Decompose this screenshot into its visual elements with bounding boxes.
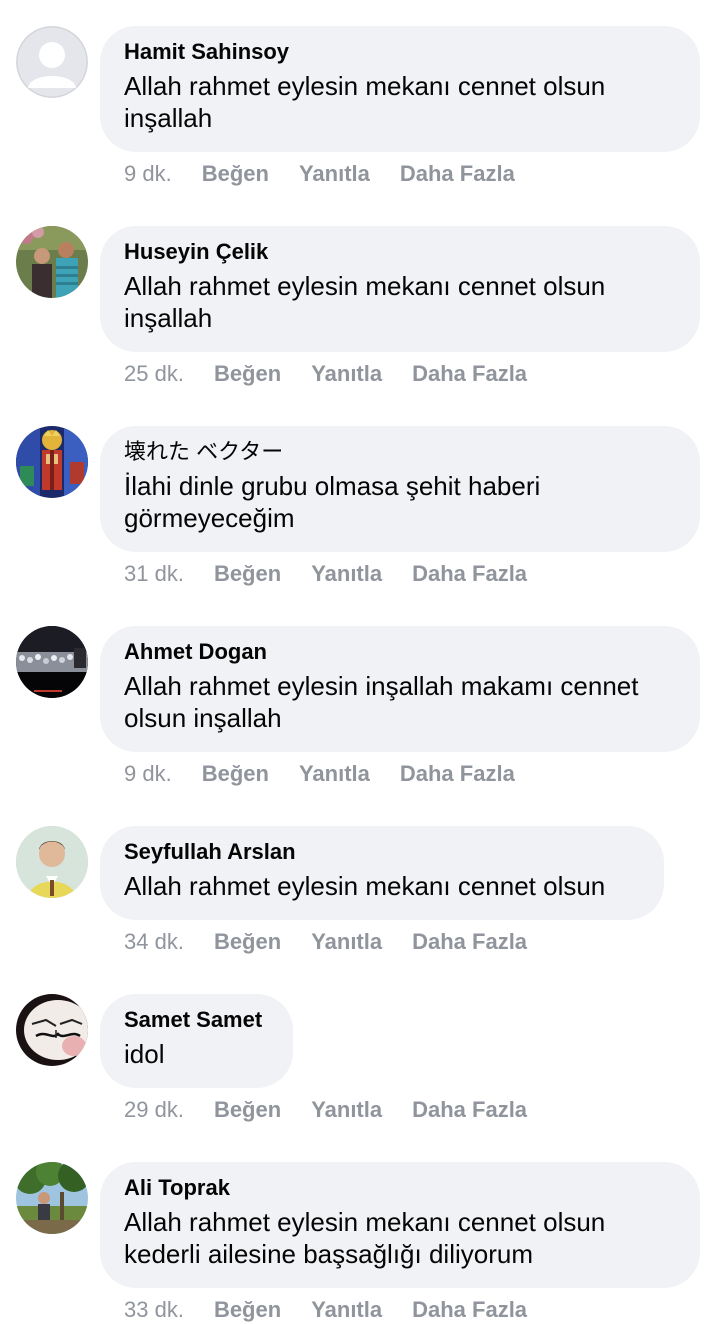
more-button[interactable]: Daha Fazla	[400, 760, 515, 788]
like-button[interactable]: Beğen	[214, 1296, 281, 1324]
comment-author[interactable]: 壊れた ベクター	[124, 438, 676, 466]
comment-actions: 9 dk. Beğen Yanıtla Daha Fazla	[124, 760, 545, 788]
like-button[interactable]: Beğen	[214, 1096, 281, 1124]
reply-button[interactable]: Yanıtla	[299, 160, 370, 188]
comment-text: Allah rahmet eylesin inşallah makamı cen…	[124, 671, 639, 733]
comment-author[interactable]: Huseyin Çelik	[124, 238, 676, 266]
more-button[interactable]: Daha Fazla	[412, 1096, 527, 1124]
avatar[interactable]	[16, 226, 88, 298]
like-button[interactable]: Beğen	[214, 928, 281, 956]
avatar[interactable]	[16, 994, 88, 1066]
outdoor-trees-photo	[16, 1162, 88, 1234]
comment-actions: 29 dk. Beğen Yanıtla Daha Fazla	[124, 1096, 557, 1124]
avatar[interactable]	[16, 26, 88, 98]
avatar[interactable]	[16, 826, 88, 898]
comment-bubble: 壊れた ベクター İlahi dinle grubu olmasa şehit …	[100, 426, 700, 552]
comment-text: Allah rahmet eylesin mekanı cennet olsun…	[124, 271, 606, 333]
avatar[interactable]	[16, 426, 88, 498]
comment-author[interactable]: Seyfullah Arslan	[124, 838, 640, 866]
like-button[interactable]: Beğen	[202, 160, 269, 188]
comment-bubble: Seyfullah Arslan Allah rahmet eylesin me…	[100, 826, 664, 920]
night-crowd-photo	[16, 626, 88, 698]
comment-actions: 25 dk. Beğen Yanıtla Daha Fazla	[124, 360, 557, 388]
comment-time: 33 dk.	[124, 1297, 184, 1322]
comment-time: 9 dk.	[124, 761, 172, 786]
more-button[interactable]: Daha Fazla	[400, 160, 515, 188]
comment-bubble: Ahmet Dogan Allah rahmet eylesin inşalla…	[100, 626, 700, 752]
reply-button[interactable]: Yanıtla	[311, 928, 382, 956]
reply-button[interactable]: Yanıtla	[311, 1296, 382, 1324]
reply-button[interactable]: Yanıtla	[311, 360, 382, 388]
comment-text: idol	[124, 1039, 165, 1069]
comment-text: Allah rahmet eylesin mekanı cennet olsun…	[124, 71, 606, 133]
comment-actions: 9 dk. Beğen Yanıtla Daha Fazla	[124, 160, 545, 188]
more-button[interactable]: Daha Fazla	[412, 360, 527, 388]
comment-author[interactable]: Ali Toprak	[124, 1174, 676, 1202]
comment-time: 34 dk.	[124, 929, 184, 954]
comment-text: Allah rahmet eylesin mekanı cennet olsun…	[124, 1207, 606, 1269]
avatar[interactable]	[16, 1162, 88, 1234]
more-button[interactable]: Daha Fazla	[412, 928, 527, 956]
comment-time: 31 dk.	[124, 561, 184, 586]
comment-author[interactable]: Ahmet Dogan	[124, 638, 676, 666]
reply-button[interactable]: Yanıtla	[311, 1096, 382, 1124]
two-people-photo	[16, 226, 88, 298]
more-button[interactable]: Daha Fazla	[412, 560, 527, 588]
like-button[interactable]: Beğen	[214, 560, 281, 588]
comment-author[interactable]: Hamit Sahinsoy	[124, 38, 676, 66]
reply-button[interactable]: Yanıtla	[311, 560, 382, 588]
comment-bubble: Ali Toprak Allah rahmet eylesin mekanı c…	[100, 1162, 700, 1288]
comment-text: İlahi dinle grubu olmasa şehit haberi gö…	[124, 471, 541, 533]
comment-actions: 34 dk. Beğen Yanıtla Daha Fazla	[124, 928, 557, 956]
like-button[interactable]: Beğen	[202, 760, 269, 788]
comment-text: Allah rahmet eylesin mekanı cennet olsun	[124, 871, 606, 901]
comment-author[interactable]: Samet Samet	[124, 1006, 269, 1034]
mustache-drawing-photo	[16, 994, 88, 1066]
portrait-photo	[16, 826, 88, 898]
stained-glass-photo	[16, 426, 88, 498]
reply-button[interactable]: Yanıtla	[299, 760, 370, 788]
comment-bubble: Huseyin Çelik Allah rahmet eylesin mekan…	[100, 226, 700, 352]
comment-actions: 33 dk. Beğen Yanıtla Daha Fazla	[124, 1296, 557, 1324]
comment-time: 25 dk.	[124, 361, 184, 386]
comment-bubble: Samet Samet idol	[100, 994, 293, 1088]
default-profile-icon	[16, 26, 88, 98]
like-button[interactable]: Beğen	[214, 360, 281, 388]
avatar[interactable]	[16, 626, 88, 698]
comment-bubble: Hamit Sahinsoy Allah rahmet eylesin meka…	[100, 26, 700, 152]
more-button[interactable]: Daha Fazla	[412, 1296, 527, 1324]
comment-time: 9 dk.	[124, 161, 172, 186]
comment-time: 29 dk.	[124, 1097, 184, 1122]
comment-actions: 31 dk. Beğen Yanıtla Daha Fazla	[124, 560, 557, 588]
